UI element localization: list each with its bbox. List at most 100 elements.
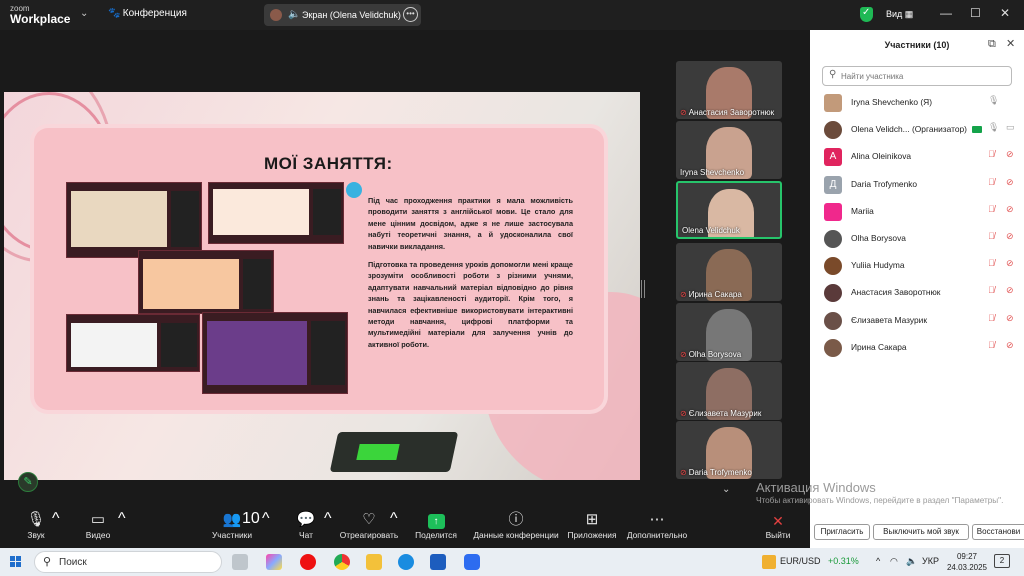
slide-paragraph-1: Під час проходження практики я мала можл… <box>368 196 573 251</box>
avatar <box>824 94 842 112</box>
volume-icon[interactable]: 🔈 <box>906 556 917 567</box>
video-tile[interactable]: ⊘ Daria Trofymenko <box>676 421 782 479</box>
camera-off-icon[interactable]: ⊘ <box>1006 313 1014 324</box>
more-label: Дополнительно <box>626 530 688 540</box>
participant-name: Mariia <box>851 205 874 216</box>
avatar <box>824 202 842 221</box>
participant-name: Анастасия Заворотнюк <box>851 287 941 298</box>
avatar: A <box>824 148 842 167</box>
muted-mic-icon[interactable]: 🎙̸ <box>988 177 995 187</box>
video-tile[interactable]: Iryna Shevchenko <box>676 121 782 179</box>
chevron-down-icon[interactable]: ⌄ <box>80 8 88 19</box>
close-icon[interactable]: ✕ <box>1006 37 1015 50</box>
share-screen-button[interactable]: ↑ Поделится <box>412 510 460 540</box>
muted-mic-icon[interactable]: 🎙̸ <box>988 340 995 350</box>
chat-button[interactable]: 💬 Чат <box>292 510 320 540</box>
participant-row[interactable]: Mariia 🎙̸ ⊘ <box>810 198 1024 225</box>
tile-name-text: Ирина Сакара <box>688 290 742 299</box>
participant-row[interactable]: Iryna Shevchenko (Я) 🎙 <box>810 89 1024 116</box>
chevron-down-icon[interactable]: ⌄ <box>722 484 730 495</box>
audio-button[interactable]: 🎙 Звук <box>22 510 50 540</box>
audio-options-caret[interactable]: ^ <box>52 510 60 528</box>
zoom-taskbar-icon[interactable] <box>464 554 480 570</box>
close-button[interactable]: ✕ <box>1000 6 1010 20</box>
microphone-icon[interactable]: 🎙 <box>988 95 999 106</box>
phone-image <box>329 432 459 472</box>
camera-off-icon[interactable]: ⊘ <box>1006 258 1014 269</box>
video-options-caret[interactable]: ^ <box>118 510 126 528</box>
participants-options-caret[interactable]: ^ <box>262 510 270 528</box>
video-button[interactable]: ▭ Видео <box>80 510 116 540</box>
wifi-icon[interactable]: ◠ <box>890 556 898 567</box>
participant-row[interactable]: Olena Velidch... (Организатор) 🎙 ▭ <box>810 116 1024 143</box>
video-tile[interactable]: ⊘ Olha Borysova <box>676 303 782 361</box>
apps-button[interactable]: ⊞ Приложения <box>566 510 618 540</box>
more-button[interactable]: ⋯ Дополнительно <box>626 510 688 540</box>
camera-off-icon[interactable]: ⊘ <box>1006 231 1014 242</box>
camera-off-icon[interactable]: ⊘ <box>1006 340 1014 351</box>
share-arrow-icon: ↑ <box>427 514 445 529</box>
shield-icon[interactable] <box>860 7 873 22</box>
chrome-icon[interactable] <box>334 554 350 570</box>
invite-button[interactable]: Пригласить <box>814 524 870 540</box>
taskbar-clock[interactable]: 09:27 24.03.2025 <box>946 551 988 573</box>
maximize-button[interactable]: ☐ <box>970 6 981 20</box>
participant-name: Iryna Shevchenko (Я) <box>851 97 932 107</box>
copilot-icon[interactable] <box>266 554 282 570</box>
avatar <box>824 311 842 330</box>
resize-handle[interactable] <box>641 280 645 298</box>
muted-mic-icon[interactable]: 🎙̸ <box>988 204 995 214</box>
video-tile[interactable]: ⊘ Анастасия Заворотнюк <box>676 61 782 119</box>
muted-mic-icon[interactable]: 🎙̸ <box>988 258 995 268</box>
camera-off-icon[interactable]: ⊘ <box>1006 177 1014 188</box>
search-input[interactable] <box>841 70 1006 83</box>
edge-icon[interactable] <box>398 554 414 570</box>
video-tile[interactable]: Olena Velidchuk <box>676 181 782 239</box>
file-explorer-icon[interactable] <box>366 554 382 570</box>
chat-icon: 💬 <box>296 511 316 528</box>
participant-row[interactable]: Olha Borysova 🎙̸ ⊘ <box>810 225 1024 252</box>
keyboard-language[interactable]: УКР <box>922 556 939 566</box>
camera-icon[interactable]: ▭ <box>1006 122 1015 133</box>
camera-off-icon[interactable]: ⊘ <box>1006 285 1014 296</box>
video-tile[interactable]: ⊘ Єлизавета Мазурик <box>676 362 782 420</box>
tray-chevron-icon[interactable]: ^ <box>876 556 880 566</box>
ticker-label[interactable]: EUR/USD <box>780 556 821 566</box>
chat-options-caret[interactable]: ^ <box>324 510 332 528</box>
participant-row[interactable]: Єлизавета Мазурик 🎙̸ ⊘ <box>810 307 1024 334</box>
camera-off-icon[interactable]: ⊘ <box>1006 149 1014 160</box>
participant-row[interactable]: Yuliia Hudyma 🎙̸ ⊘ <box>810 252 1024 279</box>
participant-row[interactable]: Анастасия Заворотнюк 🎙̸ ⊘ <box>810 279 1024 306</box>
microphone-icon: 🎙 <box>26 511 46 528</box>
participant-row[interactable]: Ирина Сакара 🎙̸ ⊘ <box>810 334 1024 361</box>
mute-me-button[interactable]: Выключить мой звук <box>873 524 969 540</box>
camera-off-icon[interactable]: ⊘ <box>1006 204 1014 215</box>
participant-search[interactable]: ⚲ <box>822 66 1012 86</box>
presentation-slide: МОЇ ЗАНЯТТЯ: Під час проходження практик… <box>4 92 640 480</box>
windows-start-icon[interactable] <box>10 556 22 568</box>
taskbar-search[interactable]: ⚲ Поиск <box>34 551 222 573</box>
react-options-caret[interactable]: ^ <box>390 510 398 528</box>
word-icon[interactable] <box>430 554 446 570</box>
participant-row[interactable]: A Alina Oleinikova 🎙̸ ⊘ <box>810 143 1024 170</box>
view-button[interactable]: Вид ▦ <box>886 9 913 20</box>
pen-icon[interactable]: ✎ <box>18 472 38 492</box>
microphone-icon[interactable]: 🎙 <box>988 122 999 133</box>
muted-mic-icon[interactable]: 🎙̸ <box>988 313 995 323</box>
more-options-button[interactable]: ••• <box>403 7 418 22</box>
task-view-icon[interactable] <box>232 554 248 570</box>
muted-mic-icon[interactable]: 🎙̸ <box>988 149 995 159</box>
screen-share-indicator[interactable]: 🔈 Экран (Olena Velidchuk) ••• <box>264 4 421 26</box>
muted-mic-icon[interactable]: 🎙̸ <box>988 285 995 295</box>
restore-button[interactable]: Восстанови <box>972 524 1024 540</box>
participant-row[interactable]: Д Daria Trofymenko 🎙̸ ⊘ <box>810 171 1024 198</box>
meeting-info-toolbar-button[interactable]: ⓘ Данные конференции <box>472 510 560 540</box>
video-tile[interactable]: ⊘ Ирина Сакара <box>676 243 782 301</box>
minimize-button[interactable]: — <box>940 6 952 20</box>
leave-button[interactable]: ✕ Выйти <box>762 510 794 540</box>
opera-icon[interactable] <box>300 554 316 570</box>
meeting-info-button[interactable]: 🐾 Конференция <box>108 8 187 19</box>
popout-icon[interactable]: ⧉ <box>988 38 996 51</box>
notification-badge[interactable]: 2 <box>994 554 1010 568</box>
muted-mic-icon[interactable]: 🎙̸ <box>988 231 995 241</box>
